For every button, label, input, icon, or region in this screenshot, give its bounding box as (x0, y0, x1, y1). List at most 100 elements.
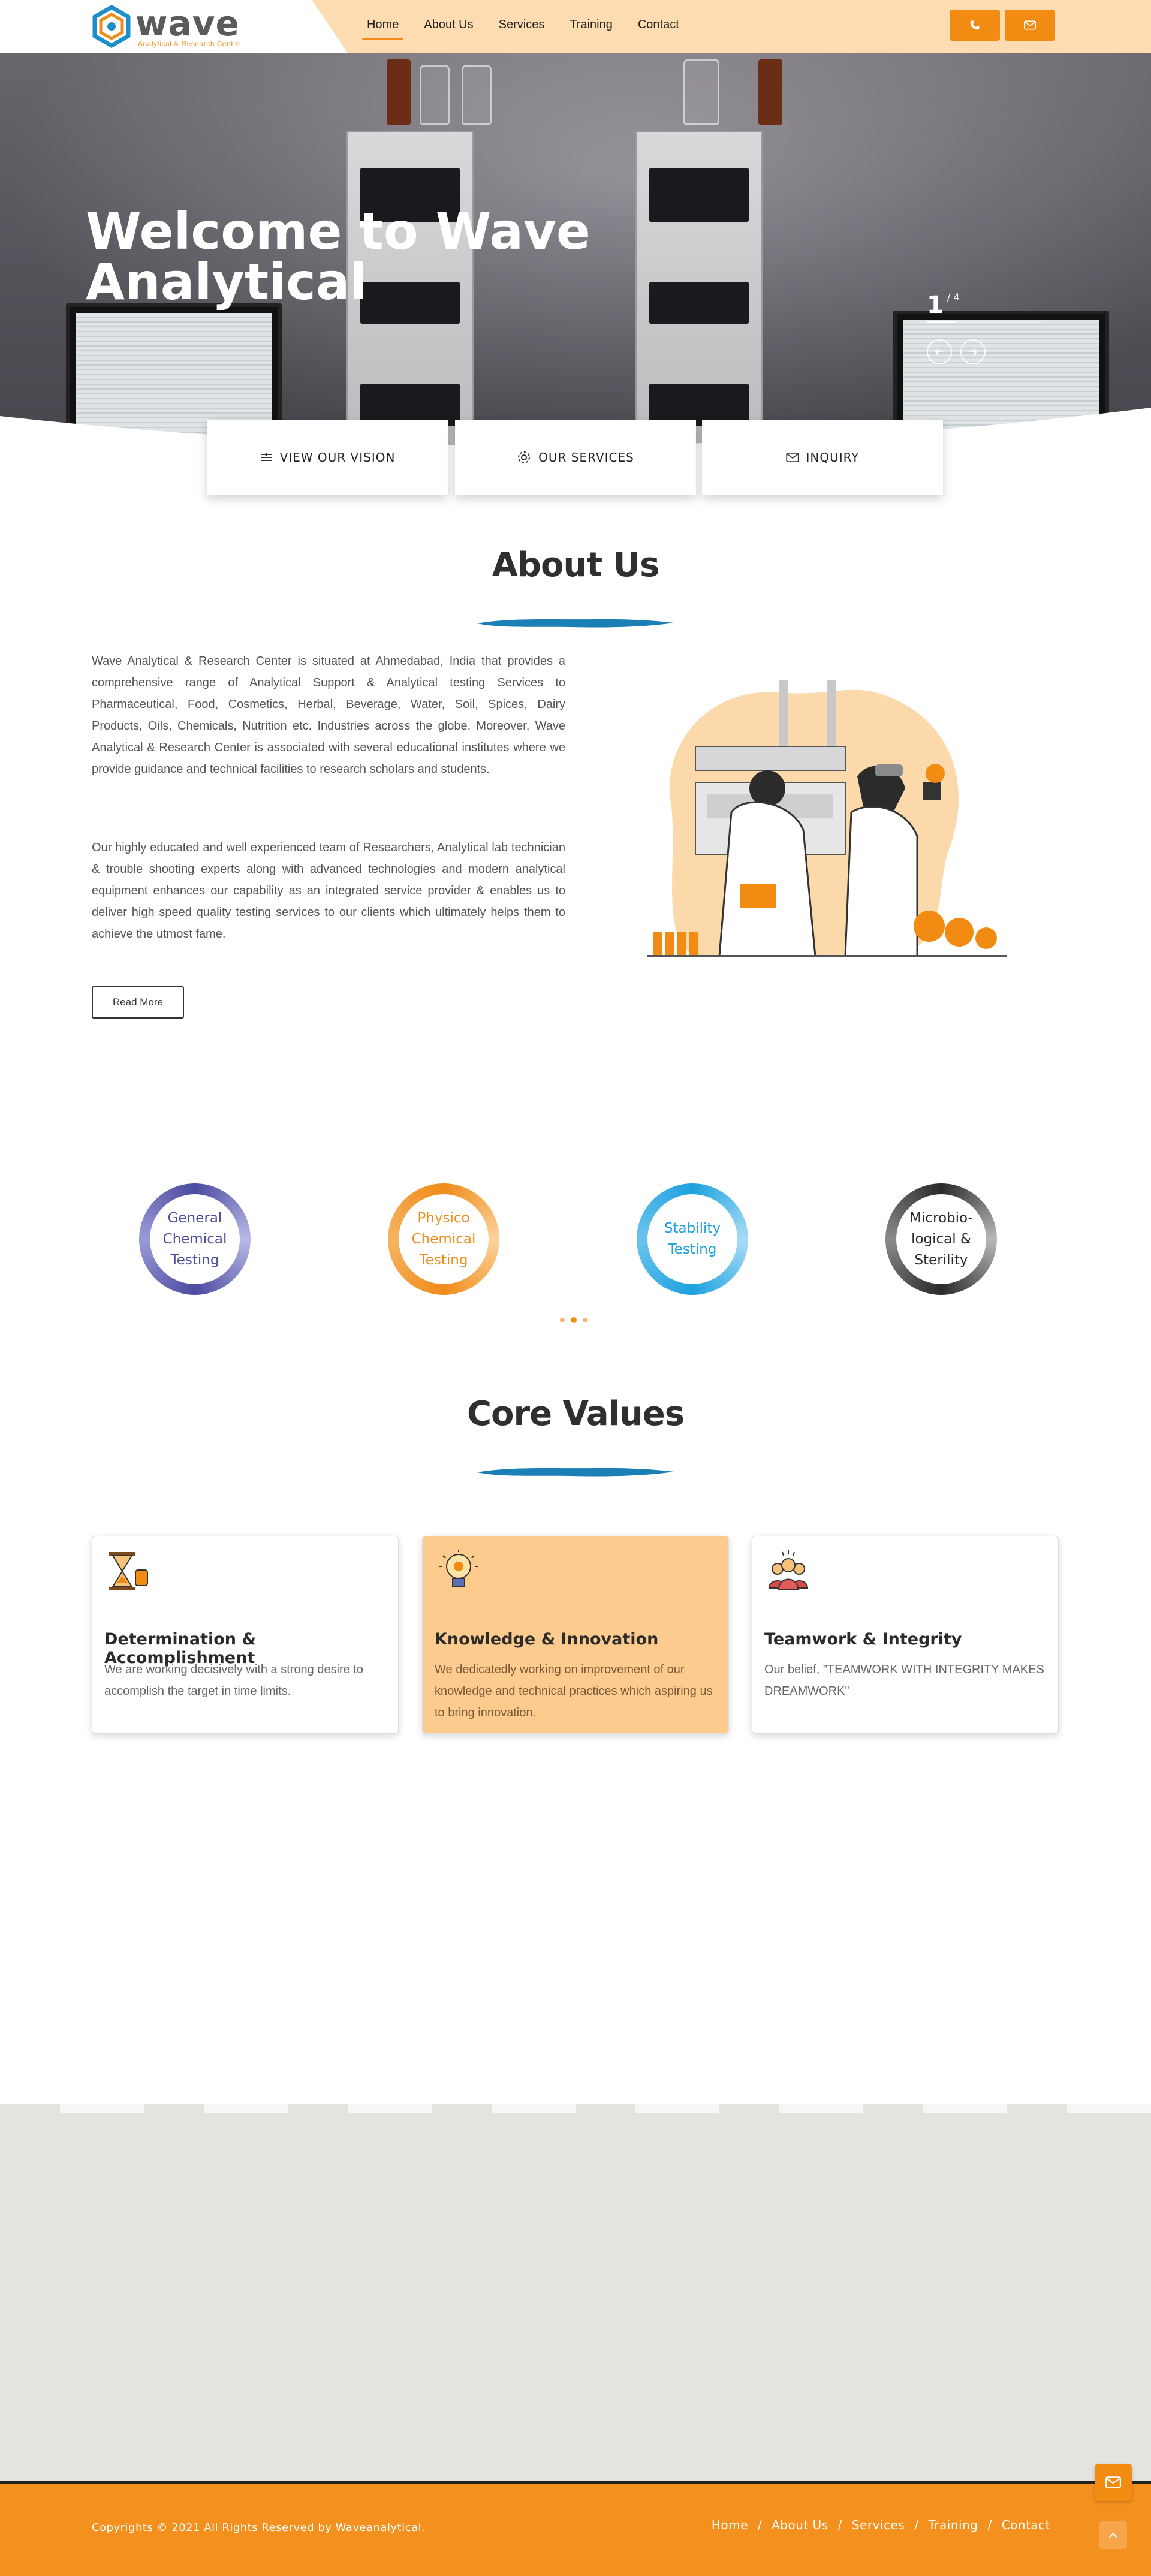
arrow-left-icon (935, 348, 943, 355)
glass-bottle (462, 65, 492, 125)
service-line: Chemical (411, 1231, 476, 1247)
pager-dot[interactable] (560, 1318, 565, 1322)
service-line: Chemical (162, 1231, 227, 1247)
footer-separator: / (837, 2518, 842, 2532)
layers-icon (260, 453, 272, 461)
glass-bottle (683, 59, 719, 125)
inquiry-card[interactable]: INQUIRY (702, 420, 943, 495)
footer-nav: Home / About Us / Services / Training / … (712, 2518, 1050, 2532)
hero-title: Welcome to Wave Analytical (86, 206, 590, 307)
service-line: Microbio- (909, 1210, 973, 1226)
phone-button[interactable] (950, 10, 1000, 41)
service-line: Sterility (914, 1252, 968, 1268)
service-line: logical & (911, 1231, 971, 1247)
phone-icon (970, 20, 980, 30)
mail-button[interactable] (1005, 10, 1055, 41)
slider-next-button[interactable] (960, 339, 986, 364)
floating-mail-button[interactable] (1095, 2464, 1132, 2501)
about-paragraph-2: Our highly educated and well experienced… (92, 841, 565, 941)
nav-contact[interactable]: Contact (638, 18, 679, 32)
value-text: We are working decisively with a strong … (104, 1663, 364, 1698)
logo-tagline: Analytical & Research Centre (138, 40, 240, 48)
value-title: Knowledge & Innovation (435, 1630, 659, 1649)
nav-home[interactable]: Home (361, 18, 404, 40)
footer-separator: / (757, 2518, 763, 2532)
gear-icon (518, 451, 531, 463)
map-placeholder-area (0, 2104, 1151, 2481)
slide-progress-fill (927, 321, 956, 323)
faint-strip (0, 2104, 1151, 2113)
copyright-text: Copyrights © 2021 All Rights Reserved by… (92, 2521, 426, 2534)
service-line: Stability (664, 1221, 721, 1236)
hero-slider: Welcome to Wave Analytical 1/ 4 (0, 53, 1151, 454)
team-icon (768, 1550, 809, 1590)
instrument-stack-right (635, 131, 763, 454)
nav-about-us[interactable]: About Us (424, 18, 473, 32)
service-stability[interactable]: Stability Testing (637, 1183, 748, 1295)
view-vision-label: VIEW OUR VISION (279, 450, 396, 465)
service-line: Testing (419, 1252, 468, 1268)
slide-counter: 1/ 4 (927, 291, 960, 319)
inquiry-label: INQUIRY (806, 450, 860, 465)
footer-link-home[interactable]: Home (712, 2518, 748, 2532)
value-text: Our belief, "TEAMWORK WITH INTEGRITY MAK… (764, 1663, 1044, 1698)
service-physico-chemical[interactable]: Physico Chemical Testing (388, 1183, 499, 1295)
chevron-up-icon (1109, 2532, 1117, 2538)
value-card-teamwork: Teamwork & Integrity Our belief, "TEAMWO… (752, 1536, 1059, 1734)
footer-separator: / (987, 2518, 992, 2532)
reagent-bottle (387, 59, 411, 125)
glass-bottle (420, 65, 450, 125)
nav-training[interactable]: Training (570, 18, 613, 32)
nav-services[interactable]: Services (499, 18, 545, 32)
arrow-right-icon (969, 348, 978, 355)
service-line: Testing (668, 1242, 717, 1257)
slide-total: / 4 (947, 291, 960, 303)
footer-link-services[interactable]: Services (852, 2518, 905, 2532)
value-title: Teamwork & Integrity (764, 1630, 962, 1649)
title-brush-stroke (477, 1468, 674, 1477)
read-more-button[interactable]: Read More (92, 986, 184, 1019)
lightbulb-icon (439, 1550, 478, 1587)
hero-title-line-2: Analytical (86, 252, 367, 311)
value-card-knowledge: Knowledge & Innovation We dedicatedly wo… (422, 1536, 729, 1734)
footer-link-training[interactable]: Training (929, 2518, 978, 2532)
value-card-determination: Determination & Accomplishment We are wo… (92, 1536, 399, 1734)
our-services-label: OUR SERVICES (538, 450, 634, 465)
service-line: General (167, 1210, 222, 1226)
view-vision-card[interactable]: VIEW OUR VISION (207, 420, 448, 495)
scientists-illustration (647, 680, 1007, 957)
logo-hex-icon (92, 5, 131, 48)
pager-dot[interactable] (583, 1318, 587, 1322)
about-title: About Us (492, 546, 660, 585)
service-line: Testing (170, 1252, 219, 1268)
service-label: Stability Testing (647, 1194, 737, 1284)
slide-progress (927, 321, 1041, 323)
title-brush-stroke (477, 619, 674, 628)
service-label: General Chemical Testing (150, 1194, 240, 1284)
service-label: Physico Chemical Testing (399, 1194, 489, 1284)
pager-dot-active[interactable] (571, 1317, 577, 1323)
service-label: Microbio-logical & Sterility (896, 1194, 986, 1284)
site-header: wave Analytical & Research Centre Home A… (0, 0, 1151, 53)
service-general-chemical[interactable]: General Chemical Testing (139, 1183, 251, 1295)
footer-link-about-us[interactable]: About Us (772, 2518, 828, 2532)
footer-link-contact[interactable]: Contact (1002, 2518, 1050, 2532)
envelope-icon (1105, 2476, 1121, 2488)
mail-icon (1024, 20, 1036, 30)
our-services-card[interactable]: OUR SERVICES (455, 420, 696, 495)
slide-current: 1 (927, 291, 944, 319)
footer-separator: / (914, 2518, 919, 2532)
about-paragraph-1: Wave Analytical & Research Center is sit… (92, 655, 565, 776)
logo[interactable]: wave Analytical & Research Centre (91, 5, 271, 48)
scroll-to-top-button[interactable] (1099, 2521, 1127, 2549)
main-nav: Home About Us Services Training Contact (361, 18, 704, 40)
core-values-title: Core Values (466, 1394, 685, 1433)
slider-prev-button[interactable] (927, 339, 952, 364)
service-line: Physico (417, 1210, 470, 1226)
reagent-bottle (758, 59, 782, 125)
logo-brand: wave (135, 3, 240, 44)
carousel-pager (560, 1317, 587, 1323)
site-footer: Copyrights © 2021 All Rights Reserved by… (0, 2484, 1151, 2576)
envelope-icon (785, 453, 799, 462)
service-microbiological[interactable]: Microbio-logical & Sterility (885, 1183, 997, 1295)
